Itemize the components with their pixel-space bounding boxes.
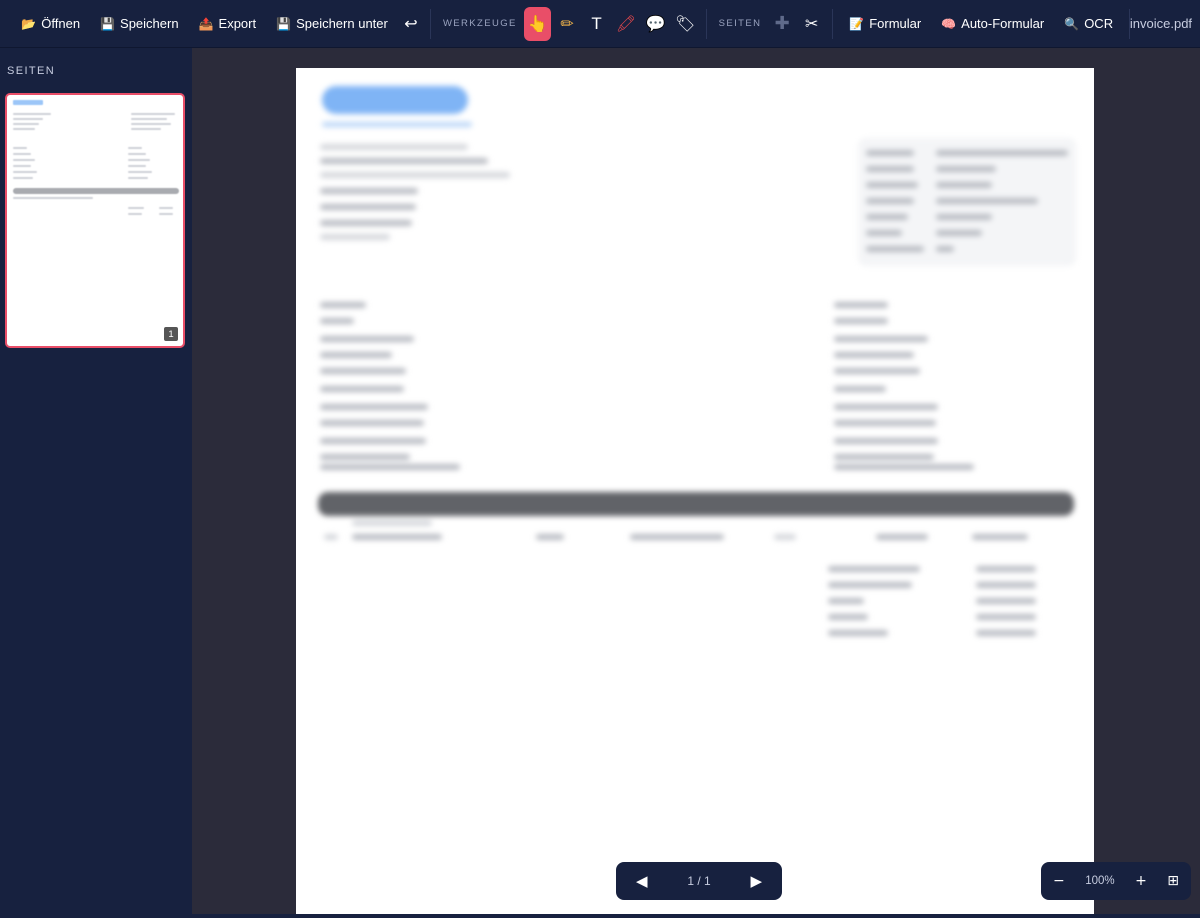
export-button[interactable]: 📤 Export (189, 7, 267, 41)
text-icon: T (591, 13, 602, 33)
blurred-page-content (296, 68, 1094, 914)
toolbar-divider (430, 8, 431, 39)
cut-page-button[interactable]: ✂ (798, 7, 826, 41)
save-as-button[interactable]: 💾 Speichern unter (266, 7, 398, 41)
toolbar-divider (705, 8, 707, 39)
form-button-label: Formular (869, 16, 922, 31)
brain-icon: 🧠 (941, 16, 957, 31)
auto-form-button-label: Auto-Formular (961, 16, 1045, 31)
memo-icon: 📝 (849, 16, 865, 31)
export-button-label: Export (218, 16, 257, 31)
auto-form-button[interactable]: 🧠 Auto-Formular (931, 7, 1054, 41)
zoom-controls: − 100% + ⊞ (1041, 862, 1191, 900)
magnifier-icon: 🔍 (1064, 16, 1080, 31)
ocr-button-label: OCR (1084, 16, 1114, 31)
tag-icon: 🏷 (674, 14, 696, 33)
toolbar-divider (832, 8, 834, 39)
add-page-button[interactable]: ✚ (768, 7, 796, 41)
scissors-icon: ✂ (804, 14, 819, 33)
document-viewer (192, 48, 1200, 914)
triangle-left-icon: ◀ (636, 872, 648, 890)
export-tray-icon: 📤 (198, 16, 214, 31)
open-button[interactable]: 📂 Öffnen (11, 7, 90, 41)
fit-page-button[interactable]: ⊞ (1167, 873, 1179, 889)
sidebar-title: SEITEN (7, 65, 56, 77)
prev-page-button[interactable]: ◀ (636, 872, 648, 890)
page-thumbnail[interactable]: 1 (5, 93, 185, 348)
highlight-tool-button[interactable]: 🖍 (612, 7, 640, 41)
pages-section-label: SEITEN (718, 18, 762, 29)
bottom-border (0, 914, 1200, 918)
zoom-in-button[interactable]: + (1135, 873, 1147, 889)
form-button[interactable]: 📝 Formular (839, 7, 931, 41)
pencil-icon: ✏ (560, 14, 574, 33)
floppy-disk-icon: 💾 (276, 16, 292, 31)
undo-icon: ↩ (404, 14, 418, 33)
open-button-label: Öffnen (41, 16, 81, 31)
pages-sidebar: SEITEN 1 (0, 48, 192, 914)
floppy-disk-icon: 💾 (100, 16, 116, 31)
draw-tool-button[interactable]: ✏ (553, 7, 581, 41)
folder-icon: 📂 (21, 16, 37, 31)
thumbnail-preview (7, 95, 183, 346)
ocr-button[interactable]: 🔍 OCR (1054, 7, 1123, 41)
select-tool-button[interactable]: 👆 (523, 6, 552, 41)
comment-tool-button[interactable]: 💬 (642, 7, 670, 41)
speech-bubble-icon: 💬 (645, 14, 666, 33)
undo-button[interactable]: ↩ (399, 7, 423, 41)
text-tool-button[interactable]: T (583, 7, 611, 41)
page-navigator: ◀ 1 / 1 ▶ (616, 862, 782, 900)
document-filename: invoice.pdf (1129, 16, 1193, 31)
grid-fit-icon: ⊞ (1167, 873, 1179, 889)
tools-section-label: WERKZEUGE (442, 18, 517, 29)
toolbar: 📂 Öffnen 💾 Speichern 📤 Export 💾 Speicher… (0, 0, 1200, 48)
triangle-right-icon: ▶ (750, 872, 762, 890)
plus-icon: ✚ (774, 13, 790, 34)
stamp-tool-button[interactable]: 🏷 (671, 7, 699, 41)
pointing-hand-icon: 👆 (527, 14, 548, 33)
save-button-label: Speichern (120, 16, 179, 31)
page-indicator: 1 / 1 (687, 874, 711, 888)
plus-icon: + (1135, 873, 1147, 889)
save-button[interactable]: 💾 Speichern (90, 7, 189, 41)
pdf-page[interactable] (296, 68, 1094, 914)
page-number-badge: 1 (164, 327, 178, 341)
save-as-button-label: Speichern unter (296, 16, 388, 31)
zoom-out-button[interactable]: − (1053, 873, 1065, 889)
zoom-level: 100% (1085, 875, 1115, 887)
minus-icon: − (1053, 873, 1065, 889)
marker-icon: 🖍 (615, 14, 637, 33)
next-page-button[interactable]: ▶ (750, 872, 762, 890)
